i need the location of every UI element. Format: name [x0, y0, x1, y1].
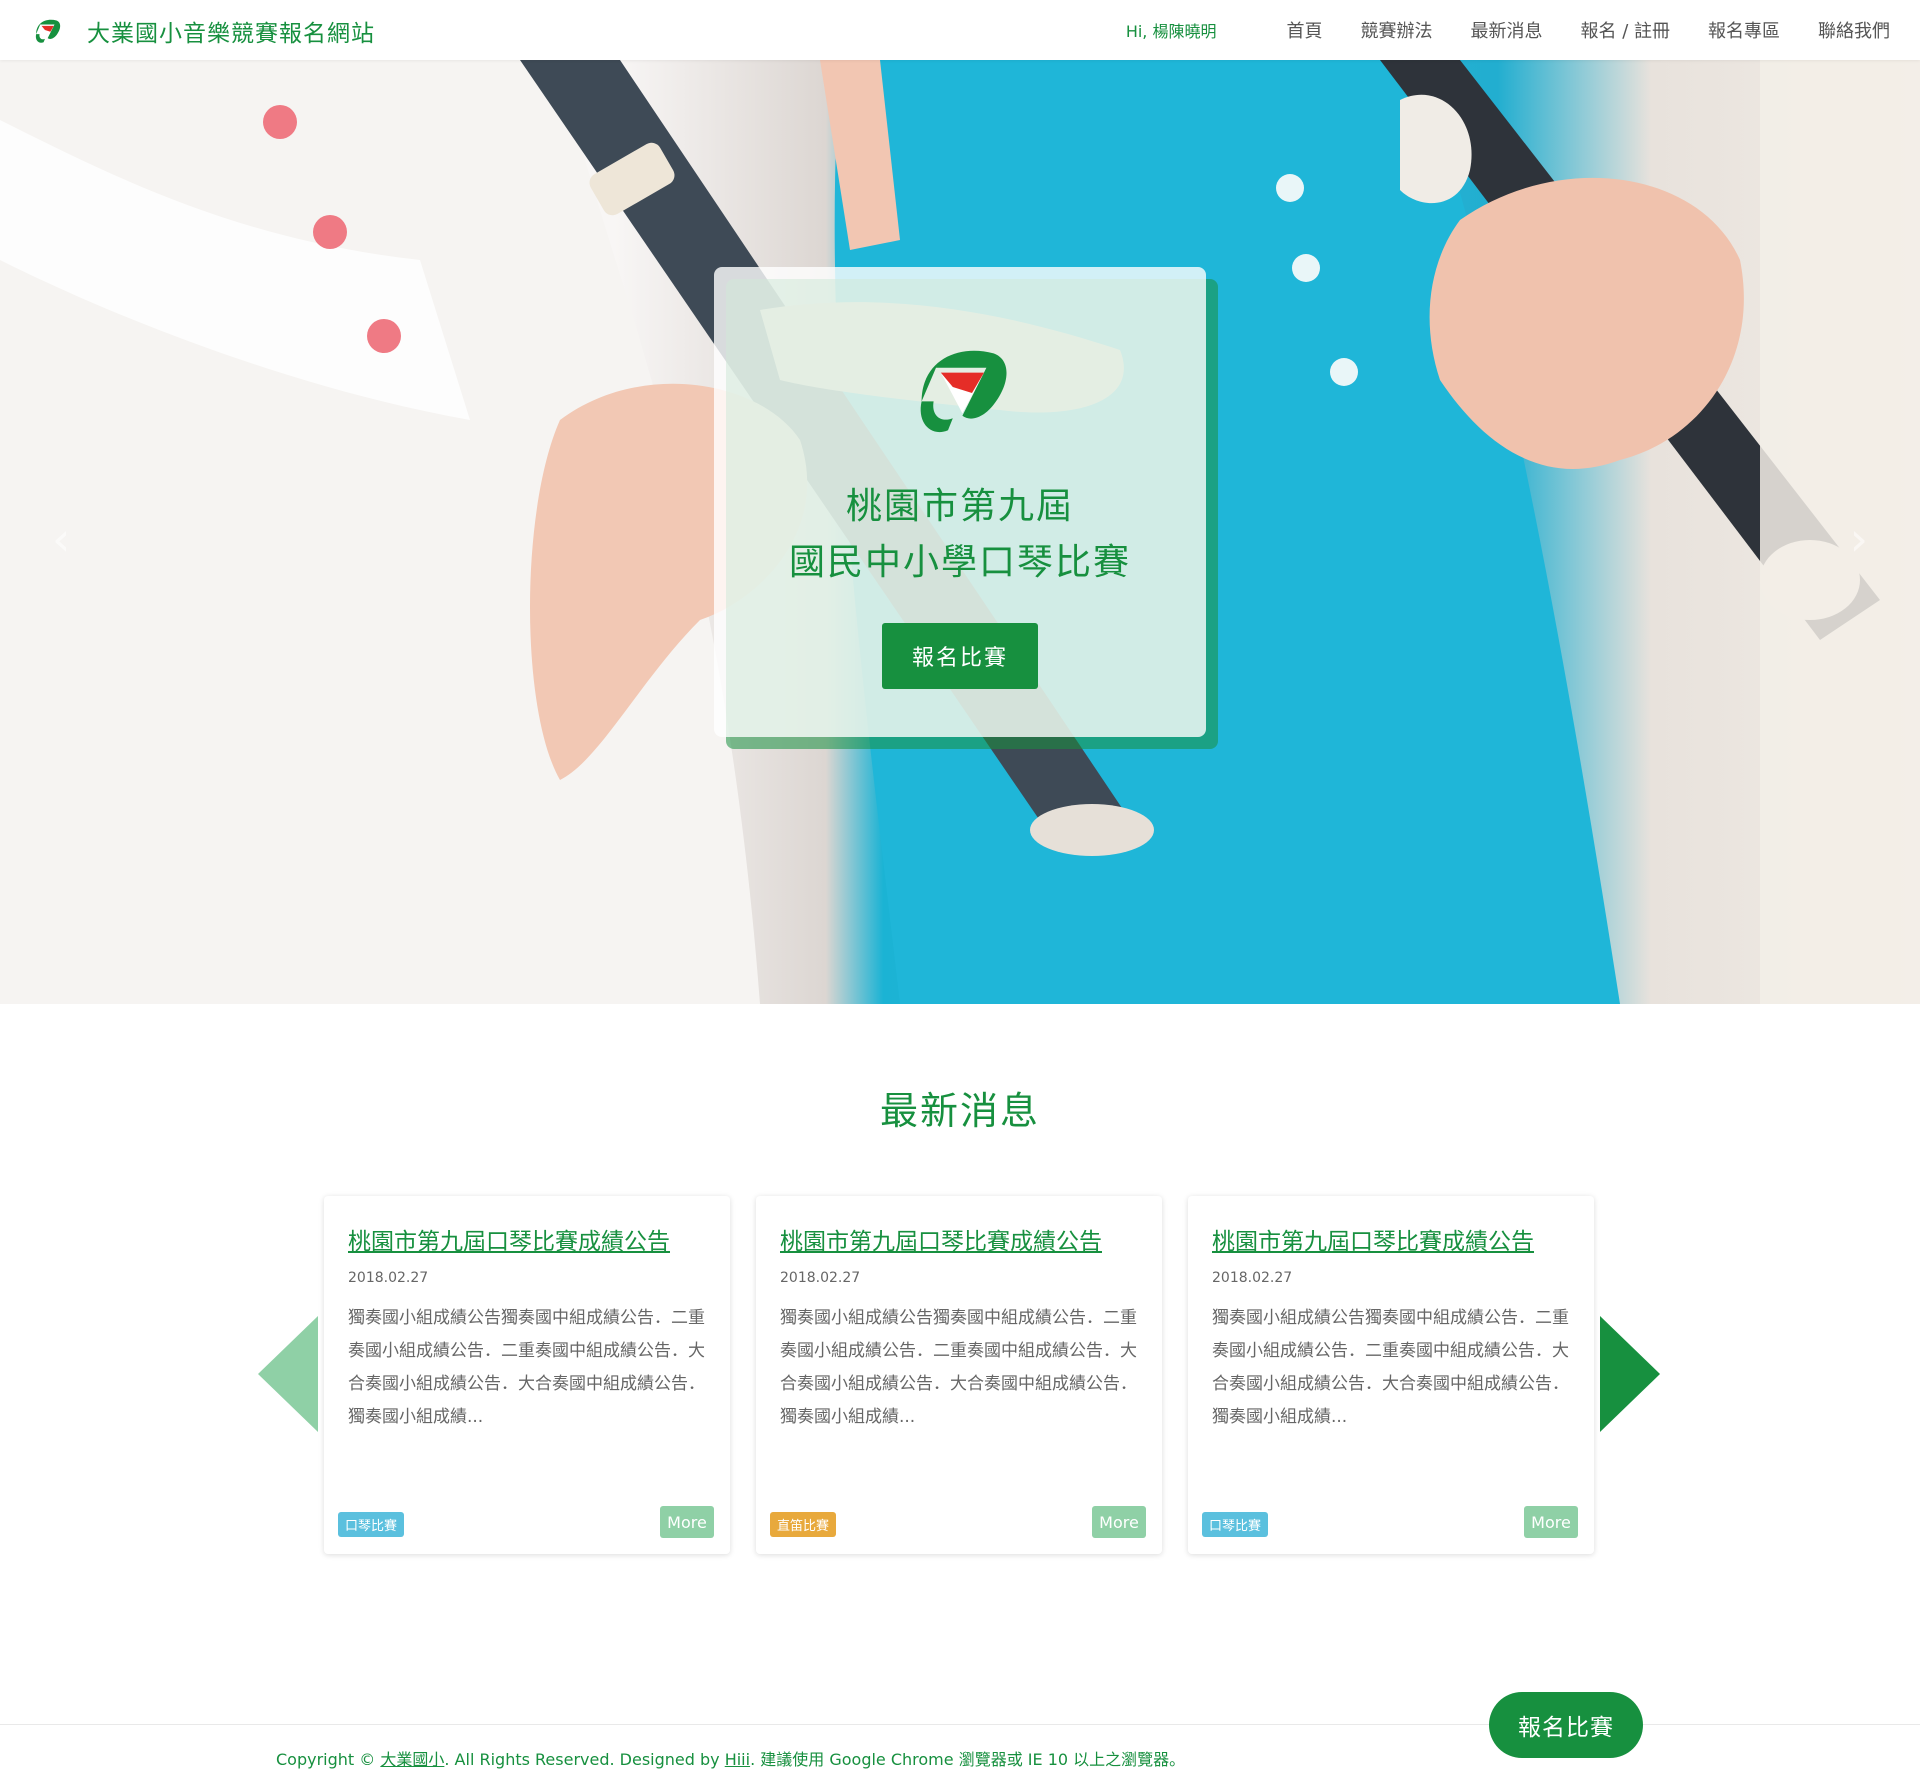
nav-register[interactable]: 報名 / 註冊 — [1580, 17, 1670, 43]
hero-title-line1: 桃園市第九屆 — [845, 486, 1074, 527]
user-greeting[interactable]: Hi, 楊陳曉明 — [1126, 18, 1217, 42]
news-card-more-button[interactable]: More — [1092, 1506, 1146, 1538]
floating-register-button[interactable]: 報名比賽 — [1489, 1692, 1643, 1758]
news-card-tag[interactable]: 直笛比賽 — [770, 1512, 837, 1537]
site-title[interactable]: 大業國小音樂競賽報名網站 — [87, 14, 375, 48]
competition-logo-icon — [920, 350, 1007, 433]
news-next-arrow-icon[interactable] — [1600, 1316, 1660, 1432]
news-card-date: 2018.02.27 — [348, 1270, 429, 1286]
nav-news[interactable]: 最新消息 — [1470, 17, 1542, 43]
news-card-2: 桃園市第九屆口琴比賽成績公告 2018.02.27 獨奏國小組成績公告獨奏國中組… — [756, 1196, 1162, 1554]
news-card-tag[interactable]: 口琴比賽 — [338, 1512, 405, 1537]
hero-register-button[interactable]: 報名比賽 — [882, 623, 1038, 689]
school-link[interactable]: 大業國小 — [380, 1750, 444, 1769]
hero-info-card: 桃園市第九屆 國民中小學口琴比賽 報名比賽 — [714, 267, 1206, 737]
news-card-title[interactable]: 桃園市第九屆口琴比賽成績公告 — [1212, 1222, 1534, 1256]
news-card-excerpt: 獨奏國小組成績公告獨奏國中組成績公告．二重奏國小組成績公告．二重奏國中組成績公告… — [1212, 1308, 1569, 1427]
news-card-title[interactable]: 桃園市第九屆口琴比賽成績公告 — [780, 1222, 1102, 1256]
news-card-excerpt: 獨奏國小組成績公告獨奏國中組成績公告．二重奏國小組成績公告．二重奏國中組成績公告… — [780, 1308, 1137, 1427]
carousel-prev-arrow[interactable]: ‹ — [52, 516, 70, 562]
hero-carousel: ‹ › 桃園市第九屆 國民中小學口琴比賽 報名比賽 — [0, 60, 1920, 1004]
news-prev-arrow-icon[interactable] — [258, 1316, 318, 1432]
copyright-prefix: Copyright © — [276, 1750, 381, 1769]
nav-contact[interactable]: 聯絡我們 — [1818, 17, 1890, 43]
news-card-date: 2018.02.27 — [1212, 1270, 1293, 1286]
news-card-3: 桃園市第九屆口琴比賽成績公告 2018.02.27 獨奏國小組成績公告獨奏國中組… — [1188, 1196, 1594, 1554]
footer-copyright: Copyright © 大業國小. All Rights Reserved. D… — [276, 1746, 1185, 1770]
news-card-date: 2018.02.27 — [780, 1270, 861, 1286]
nav-signup-area[interactable]: 報名專區 — [1708, 17, 1780, 43]
copyright-middle: . All Rights Reserved. Designed by — [444, 1750, 725, 1769]
browser-note: . 建議使用 Google Chrome 瀏覽器或 IE 10 以上之瀏覽器。 — [750, 1750, 1186, 1769]
news-card-title[interactable]: 桃園市第九屆口琴比賽成績公告 — [348, 1222, 670, 1256]
news-card-tag[interactable]: 口琴比賽 — [1202, 1512, 1269, 1537]
carousel-next-arrow[interactable]: › — [1850, 516, 1868, 562]
main-nav: Hi, 楊陳曉明 首頁 競賽辦法 最新消息 報名 / 註冊 報名專區 聯絡我們 — [1126, 0, 1890, 60]
news-card-excerpt: 獨奏國小組成績公告獨奏國中組成績公告．二重奏國小組成績公告．二重奏國中組成績公告… — [348, 1308, 705, 1427]
designer-link[interactable]: Hiii — [725, 1750, 750, 1769]
top-navbar: 大業國小音樂競賽報名網站 Hi, 楊陳曉明 首頁 競賽辦法 最新消息 報名 / … — [0, 0, 1920, 60]
news-section-title: 最新消息 — [879, 1089, 1040, 1133]
news-card-1: 桃園市第九屆口琴比賽成績公告 2018.02.27 獨奏國小組成績公告獨奏國中組… — [324, 1196, 730, 1554]
news-card-more-button[interactable]: More — [660, 1506, 714, 1538]
school-logo-icon[interactable] — [30, 13, 64, 47]
news-card-more-button[interactable]: More — [1524, 1506, 1578, 1538]
nav-home[interactable]: 首頁 — [1286, 17, 1322, 43]
nav-rules[interactable]: 競賽辦法 — [1360, 17, 1432, 43]
hero-title-line2: 國民中小學口琴比賽 — [788, 542, 1131, 583]
